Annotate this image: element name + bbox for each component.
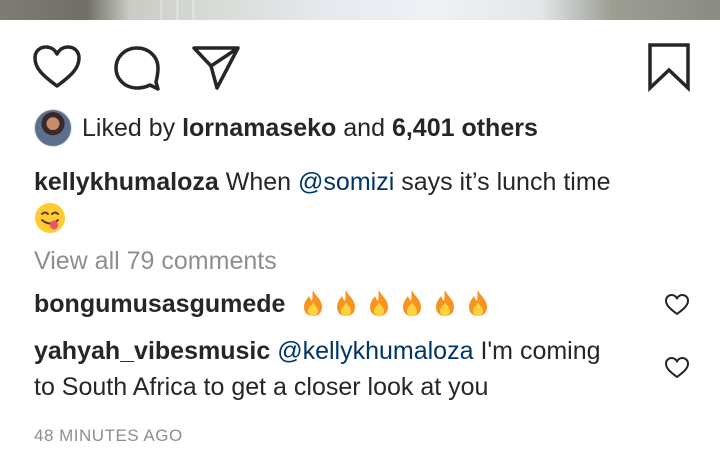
fire-emoji-icon [337, 290, 356, 317]
fire-emoji-group [298, 288, 493, 318]
fire-emoji-icon [304, 290, 323, 317]
comment-mention-link[interactable]: @kellykhumaloza [277, 337, 473, 365]
fire-emoji-icon [469, 290, 488, 317]
comment-like-heart-icon[interactable] [664, 356, 690, 380]
caption-username-link[interactable]: kellykhumaloza [34, 168, 219, 196]
like-heart-icon[interactable] [32, 44, 82, 90]
comment-username-link[interactable]: bongumusasgumede [34, 290, 285, 318]
fire-emoji-icon [370, 290, 389, 317]
post-caption: kellykhumaloza When @somizi says it’s lu… [34, 164, 674, 200]
avatar[interactable] [34, 109, 72, 147]
caption-text: When [225, 168, 292, 196]
post-image[interactable] [0, 0, 720, 20]
liked-by-others-link[interactable]: 6,401 others [392, 114, 538, 142]
yum-face-emoji-icon [34, 202, 66, 234]
comment-username-link[interactable]: yahyah_vibesmusic [34, 337, 270, 365]
send-icon[interactable] [190, 42, 242, 92]
caption-mention-link[interactable]: @somizi [298, 168, 394, 196]
post-timestamp: 48 MINUTES AGO [34, 426, 183, 445]
comment-icon[interactable] [112, 44, 162, 92]
comment-text: to South Africa to get a closer look at … [34, 373, 489, 401]
comment-row: bongumusasgumede [34, 286, 493, 322]
liked-by-user-link[interactable]: lornamaseko [182, 114, 336, 142]
caption-text-after: says it’s lunch time [401, 168, 611, 196]
view-all-comments-link[interactable]: View all 79 comments [34, 243, 277, 279]
comment-like-heart-icon[interactable] [664, 293, 690, 317]
liked-by-connector: and [343, 114, 385, 142]
bookmark-icon[interactable] [646, 42, 692, 92]
fire-emoji-icon [436, 290, 455, 317]
comment-row: yahyah_vibesmusic @kellykhumaloza I'm co… [34, 333, 654, 405]
fire-emoji-icon [403, 290, 422, 317]
comment-text: I'm coming [480, 337, 601, 365]
liked-by-prefix: Liked by [82, 114, 176, 142]
likes-text: Liked by lornamaseko and 6,401 others [82, 108, 538, 148]
likes-summary[interactable]: Liked by lornamaseko and 6,401 others [34, 108, 538, 148]
